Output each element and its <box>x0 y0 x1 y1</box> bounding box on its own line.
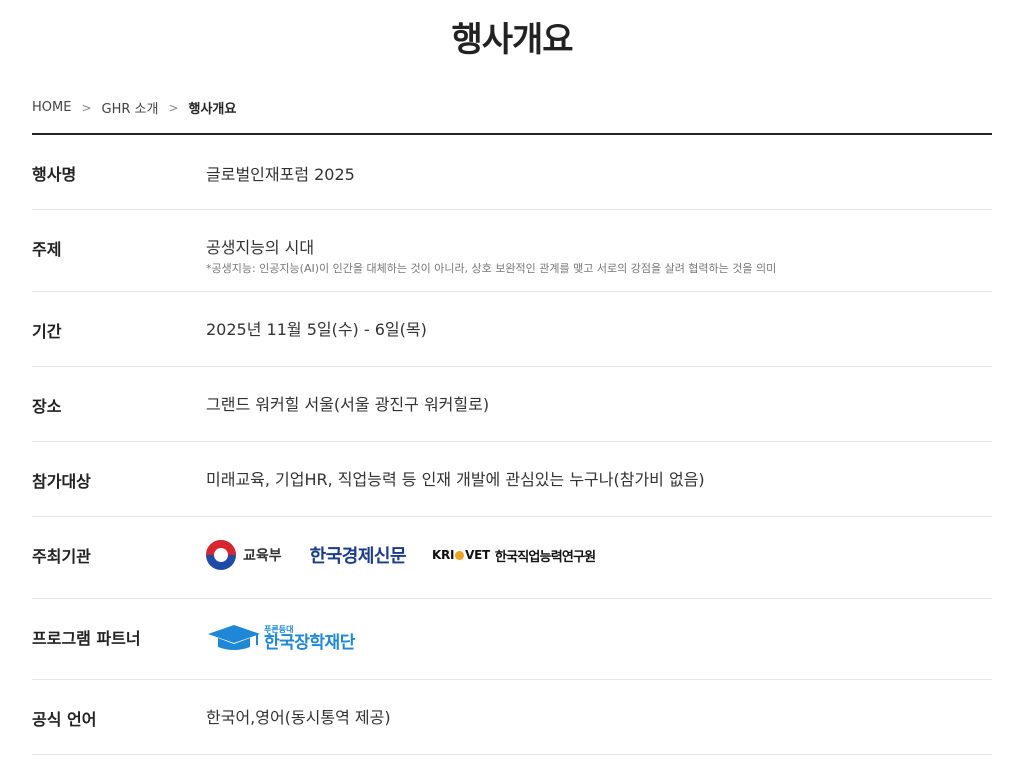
row-value: 글로벌인재포럼 2025 <box>206 165 355 184</box>
row-event-name: 행사명 글로벌인재포럼 2025 <box>32 135 992 210</box>
row-label: 행사명 <box>32 165 77 184</box>
kosaf-logo[interactable]: 푸른등대 한국장학재단 <box>206 623 355 653</box>
row-value: 공생지능의 시대 <box>206 238 315 257</box>
kosaf-logo-name: 한국장학재단 <box>264 633 355 653</box>
row-note: *공생지능: 인공지능(AI)이 인간을 대체하는 것이 아니라, 상호 보완적… <box>206 262 777 275</box>
breadcrumb-current: 행사개요 <box>188 102 237 117</box>
row-theme: 주제 공생지능의 시대 *공생지능: 인공지능(AI)이 인간을 대체하는 것이… <box>32 210 992 292</box>
krivet-logo[interactable]: KRI VET 한국직업능력연구원 <box>432 546 596 565</box>
row-label: 주최기관 <box>32 547 91 566</box>
breadcrumb-section[interactable]: GHR 소개 <box>102 98 159 117</box>
chevron-right-icon: > <box>168 100 179 115</box>
row-label: 기간 <box>32 322 62 341</box>
breadcrumb-home[interactable]: HOME <box>32 100 71 115</box>
moe-logo-text: 교육부 <box>243 548 282 564</box>
row-label: 참가대상 <box>32 472 91 491</box>
krivet-logo-en-2: VET <box>465 548 490 562</box>
row-label: 주제 <box>32 240 62 259</box>
row-label: 장소 <box>32 397 62 416</box>
graduation-cap-icon <box>208 625 260 650</box>
taegeuk-icon <box>206 540 236 570</box>
host-logos: 교육부 한국경제신문 KRI VET 한국직업능력연구원 <box>206 540 596 570</box>
moe-logo[interactable]: 교육부 <box>206 540 282 570</box>
row-language: 공식 언어 한국어,영어(동시통역 제공) <box>32 680 992 755</box>
row-hosts: 주최기관 교육부 한국경제신문 KRI VET 한국직업능력연구원 <box>32 517 992 599</box>
row-period: 기간 2025년 11월 5일(수) - 6일(목) <box>32 292 992 367</box>
row-value: 그랜드 워커힐 서울(서울 광진구 워커힐로) <box>206 395 490 414</box>
krivet-logo-en-1: KRI <box>432 548 455 562</box>
page-title: 행사개요 <box>451 20 573 60</box>
chevron-right-icon: > <box>81 100 92 115</box>
row-label: 공식 언어 <box>32 710 97 729</box>
row-audience: 참가대상 미래교육, 기업HR, 직업능력 등 인재 개발에 관심있는 누구나(… <box>32 442 992 517</box>
krivet-dot-icon <box>455 550 465 560</box>
hankyung-logo[interactable]: 한국경제신문 <box>310 542 407 568</box>
row-label: 프로그램 파트너 <box>32 629 141 648</box>
breadcrumb: HOME > GHR 소개 > 행사개요 <box>32 98 236 117</box>
row-venue: 장소 그랜드 워커힐 서울(서울 광진구 워커힐로) <box>32 367 992 442</box>
krivet-logo-kr: 한국직업능력연구원 <box>494 549 596 565</box>
row-partner: 프로그램 파트너 푸른등대 한국장학재단 <box>32 599 992 680</box>
event-overview-table: 행사명 글로벌인재포럼 2025 주제 공생지능의 시대 *공생지능: 인공지능… <box>32 133 992 755</box>
row-value: 미래교육, 기업HR, 직업능력 등 인재 개발에 관심있는 누구나(참가비 없… <box>206 470 705 489</box>
row-value: 한국어,영어(동시통역 제공) <box>206 708 391 727</box>
row-value: 2025년 11월 5일(수) - 6일(목) <box>206 320 427 339</box>
